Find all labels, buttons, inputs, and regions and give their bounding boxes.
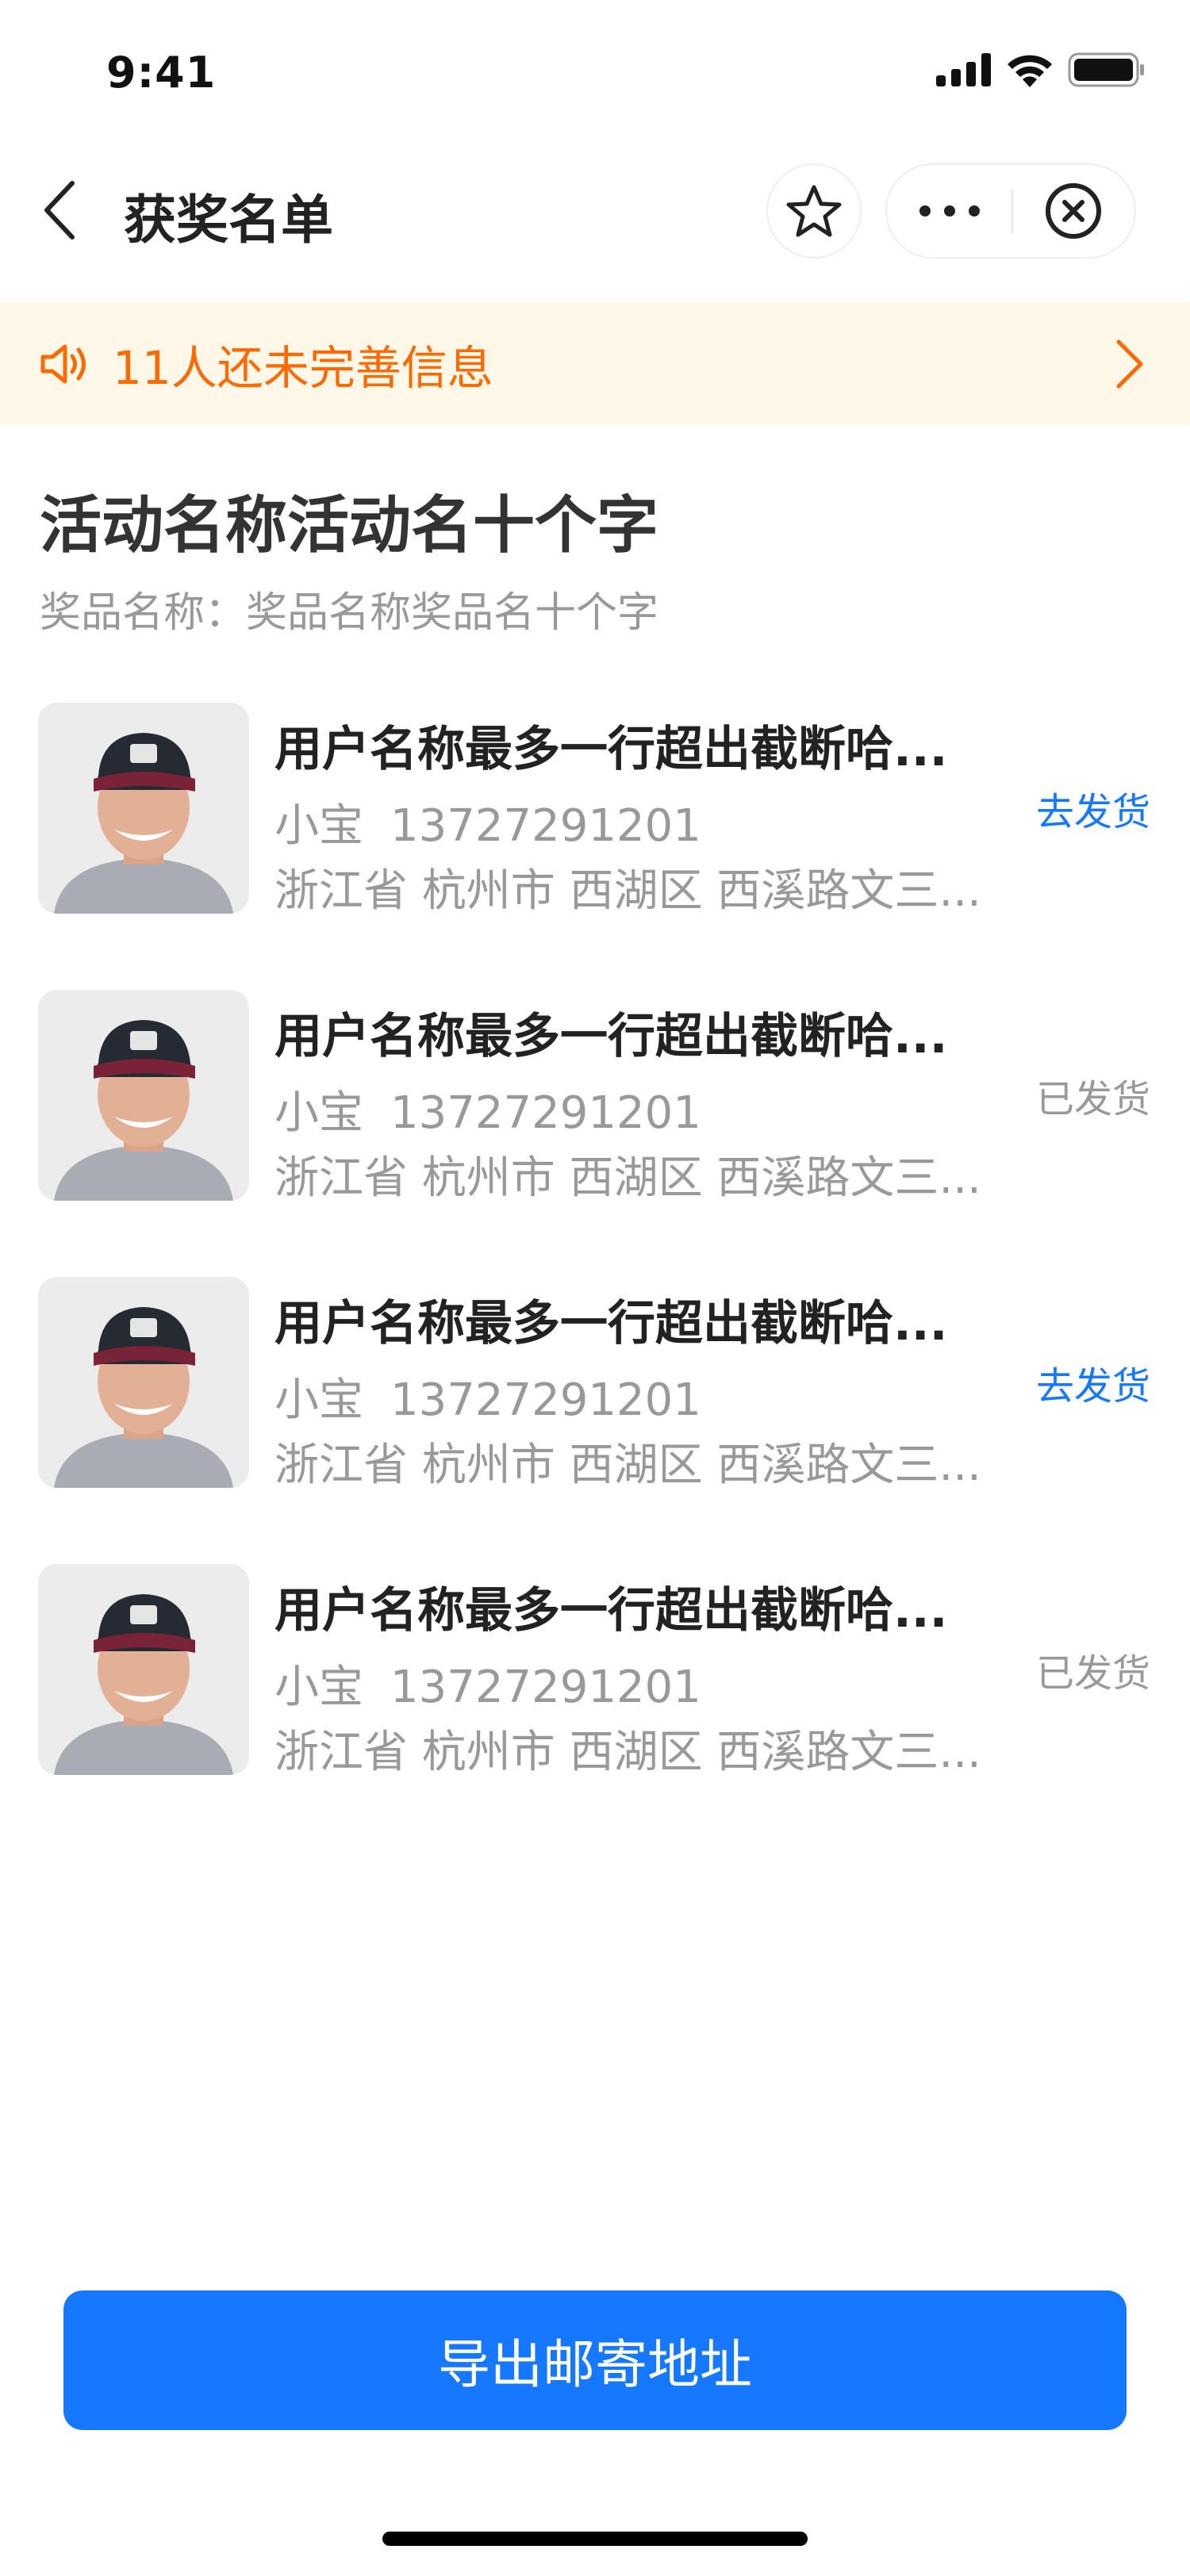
prize-name: 奖品名称奖品名十个字 — [246, 589, 659, 637]
list-item: 用户名称最多一行超出截断哈... 小宝 13727291201 浙江省 杭州市 西… — [0, 1562, 1190, 1850]
speaker-icon — [40, 344, 86, 384]
contact-name: 小宝 — [274, 1662, 363, 1713]
close-circle-icon — [1046, 183, 1102, 239]
user-name: 用户名称最多一行超出截断哈... — [274, 1009, 948, 1064]
address: 浙江省 杭州市 西湖区 西溪路文三... — [274, 1727, 981, 1778]
contact-name: 小宝 — [274, 800, 363, 852]
prize-label: 奖品名称： — [40, 589, 247, 637]
mini-program-capsule — [885, 163, 1136, 259]
star-icon — [786, 185, 842, 237]
activity-title: 活动名称活动名十个字 — [40, 490, 659, 562]
winner-list: 用户名称最多一行超出截断哈... 小宝 13727291201 浙江省 杭州市 西… — [0, 701, 1190, 1850]
shipped-status: 已发货 — [1035, 1077, 1150, 1121]
contact-phone: 13727291201 — [390, 1087, 701, 1139]
user-name: 用户名称最多一行超出截断哈... — [274, 1296, 948, 1351]
contact-phone: 13727291201 — [390, 1374, 701, 1426]
more-button[interactable] — [887, 165, 1012, 257]
list-item: 用户名称最多一行超出截断哈... 小宝 13727291201 浙江省 杭州市 西… — [0, 1275, 1190, 1562]
export-address-button[interactable]: 导出邮寄地址 — [63, 2290, 1127, 2430]
user-name: 用户名称最多一行超出截断哈... — [274, 1583, 948, 1639]
contact-info: 小宝 13727291201 — [274, 1364, 701, 1428]
contact-info: 小宝 13727291201 — [274, 1651, 701, 1715]
ship-button[interactable]: 去发货 — [1036, 1355, 1150, 1410]
list-item: 用户名称最多一行超出截断哈... 小宝 13727291201 浙江省 杭州市 西… — [0, 701, 1190, 988]
contact-name: 小宝 — [274, 1087, 363, 1139]
signal-icon — [936, 53, 991, 86]
avatar — [38, 1564, 249, 1775]
avatar — [38, 1277, 249, 1488]
status-icons — [936, 52, 1146, 87]
page-title: 获奖名单 — [124, 190, 333, 251]
favorite-button[interactable] — [766, 163, 862, 259]
contact-phone: 13727291201 — [390, 800, 701, 852]
ship-button[interactable]: 去发货 — [1036, 780, 1150, 836]
list-item: 用户名称最多一行超出截断哈... 小宝 13727291201 浙江省 杭州市 西… — [0, 988, 1190, 1275]
battery-icon — [1068, 52, 1144, 87]
chevron-right-icon — [1116, 339, 1143, 389]
contact-info: 小宝 13727291201 — [274, 790, 701, 854]
prize-line: 奖品名称：奖品名称奖品名十个字 — [40, 579, 658, 638]
contact-name: 小宝 — [274, 1374, 363, 1426]
nav-bar: 获奖名单 — [0, 159, 1190, 262]
notice-bar[interactable]: 11人还未完善信息 — [0, 303, 1190, 425]
address: 浙江省 杭州市 西湖区 西溪路文三... — [274, 865, 981, 917]
avatar — [38, 990, 249, 1201]
notice-text: 11人还未完善信息 — [113, 341, 493, 395]
home-indicator — [382, 2532, 808, 2546]
user-name: 用户名称最多一行超出截断哈... — [274, 722, 948, 777]
shipped-status: 已发货 — [1035, 1651, 1150, 1696]
avatar — [38, 703, 249, 914]
status-time: 9:41 — [106, 48, 217, 98]
status-bar: 9:41 — [0, 0, 1190, 143]
chevron-left-icon — [44, 181, 75, 240]
more-dots-icon — [919, 205, 980, 217]
back-button[interactable] — [32, 174, 87, 246]
close-button[interactable] — [1013, 165, 1134, 257]
wifi-icon — [1008, 55, 1052, 87]
address: 浙江省 杭州市 西湖区 西溪路文三... — [274, 1152, 981, 1204]
contact-phone: 13727291201 — [390, 1662, 701, 1713]
contact-info: 小宝 13727291201 — [274, 1077, 701, 1141]
address: 浙江省 杭州市 西湖区 西溪路文三... — [274, 1439, 981, 1491]
